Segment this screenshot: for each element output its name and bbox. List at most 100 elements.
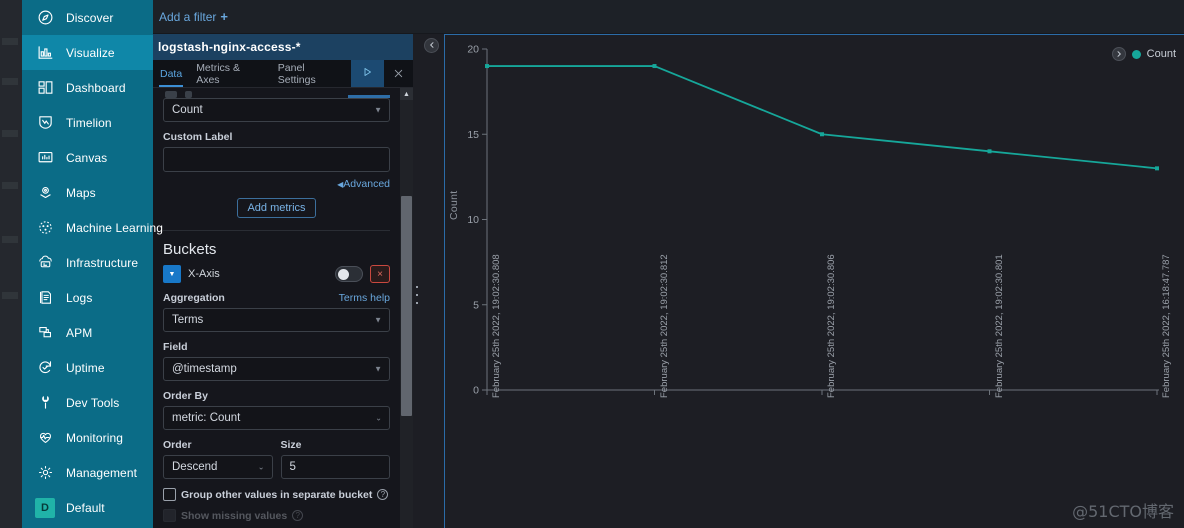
group-other-values-label: Group other values in separate bucket bbox=[181, 489, 372, 501]
primary-sidebar: Discover Visualize Dashboard bbox=[22, 0, 153, 528]
sidebar-item-machine-learning[interactable]: Machine Learning bbox=[22, 210, 153, 245]
x-axis-tick-labels: February 25th 2022, 19:02:30.808February… bbox=[445, 35, 1184, 528]
advanced-toggle-link[interactable]: ◀Advanced bbox=[163, 178, 390, 190]
show-missing-values-label: Show missing values bbox=[181, 510, 287, 522]
help-icon[interactable]: ? bbox=[292, 510, 303, 521]
apply-changes-button[interactable] bbox=[351, 60, 384, 87]
metric-aggregation-select[interactable]: Count ▼ bbox=[163, 98, 390, 122]
order-size-controls: Descend ⌄ 5 bbox=[163, 455, 390, 479]
remove-bucket-button[interactable]: × bbox=[370, 265, 390, 283]
group-other-values-row[interactable]: Group other values in separate bucket ? bbox=[163, 488, 390, 501]
scroll-up-arrow[interactable]: ▲ bbox=[400, 88, 413, 100]
bucket-header: ▼ X-Axis × bbox=[163, 265, 390, 283]
sidebar-item-label: Management bbox=[66, 466, 137, 480]
show-missing-values-row[interactable]: Show missing values ? bbox=[163, 509, 390, 522]
sidebar-item-default-space[interactable]: D Default bbox=[22, 490, 153, 525]
sidebar-item-maps[interactable]: Maps bbox=[22, 175, 153, 210]
sidebar-item-label: Uptime bbox=[66, 361, 105, 375]
add-filter-label: Add a filter bbox=[159, 10, 216, 24]
metric-aggregation-value: Count bbox=[172, 104, 203, 116]
sidebar-item-timelion[interactable]: Timelion bbox=[22, 105, 153, 140]
sidebar-item-dev-tools[interactable]: Dev Tools bbox=[22, 385, 153, 420]
order-label: Order bbox=[163, 439, 273, 451]
chevron-down-icon[interactable]: ▼ bbox=[163, 265, 181, 283]
tab-metrics-and-axes[interactable]: Metrics & Axes bbox=[189, 60, 271, 87]
space-avatar-icon: D bbox=[32, 497, 58, 519]
sidebar-item-label: Timelion bbox=[66, 116, 112, 130]
chevron-down-icon: ▼ bbox=[374, 106, 382, 115]
order-direction-select[interactable]: Descend ⌄ bbox=[163, 455, 273, 479]
visualization-editor-panel: logstash-nginx-access-* Data Metrics & A… bbox=[153, 34, 413, 528]
sidebar-item-discover[interactable]: Discover bbox=[22, 0, 153, 35]
tab-label: Data bbox=[160, 68, 182, 80]
legend-entry-label[interactable]: Count bbox=[1147, 48, 1176, 60]
add-metrics-button[interactable]: Add metrics bbox=[237, 198, 315, 218]
chevron-left-icon bbox=[428, 41, 436, 51]
bucket-aggregation-select[interactable]: Terms ▼ bbox=[163, 308, 390, 332]
advanced-label: Advanced bbox=[343, 178, 390, 190]
timelion-icon bbox=[32, 112, 58, 134]
kibana-visualize-app: Discover Visualize Dashboard bbox=[0, 0, 1184, 528]
space-avatar-initial: D bbox=[35, 498, 55, 518]
bucket-enable-toggle[interactable] bbox=[335, 266, 363, 282]
sidebar-item-infrastructure[interactable]: Infrastructure bbox=[22, 245, 153, 280]
sidebar-item-label: Logs bbox=[66, 291, 92, 305]
chevron-down-icon: ⌄ bbox=[258, 463, 265, 472]
add-filter-button[interactable]: Add a filter + bbox=[159, 9, 228, 24]
x-axis-tick-label: February 25th 2022, 19:02:30.801 bbox=[994, 254, 1005, 398]
sidebar-item-label: Infrastructure bbox=[66, 256, 138, 270]
sidebar-item-visualize[interactable]: Visualize bbox=[22, 35, 153, 70]
sidebar-item-canvas[interactable]: Canvas bbox=[22, 140, 153, 175]
sidebar-item-uptime[interactable]: Uptime bbox=[22, 350, 153, 385]
tab-panel-settings[interactable]: Panel Settings bbox=[271, 60, 351, 87]
tab-label: Panel Settings bbox=[278, 62, 344, 86]
canvas-icon bbox=[32, 147, 58, 169]
add-metrics-row: Add metrics bbox=[163, 198, 390, 218]
terms-help-link[interactable]: Terms help bbox=[339, 292, 390, 304]
panel-resize-handle[interactable] bbox=[414, 286, 420, 304]
sidebar-item-label: Visualize bbox=[66, 46, 115, 60]
chevron-right-icon[interactable] bbox=[1112, 47, 1126, 61]
editor-scrollbar[interactable]: ▲ bbox=[400, 88, 413, 528]
filter-bar: Add a filter + bbox=[153, 0, 1184, 34]
bucket-name-label: X-Axis bbox=[188, 268, 220, 280]
chart-legend: Count bbox=[1112, 47, 1176, 61]
tab-data[interactable]: Data bbox=[153, 60, 189, 87]
collapse-editor-button[interactable] bbox=[424, 38, 439, 53]
editor-body: Count ▼ Custom Label ◀Advanced Add metri… bbox=[153, 88, 413, 528]
machine-learning-icon bbox=[32, 217, 58, 239]
sidebar-item-logs[interactable]: Logs bbox=[22, 280, 153, 315]
apm-icon bbox=[32, 322, 58, 344]
scrollbar-thumb[interactable] bbox=[401, 196, 412, 416]
sidebar-item-monitoring[interactable]: Monitoring bbox=[22, 420, 153, 455]
sidebar-item-label: Canvas bbox=[66, 151, 107, 165]
size-input[interactable]: 5 bbox=[281, 455, 391, 479]
heartbeat-icon bbox=[32, 427, 58, 449]
sidebar-item-management[interactable]: Management bbox=[22, 455, 153, 490]
sidebar-item-label: Dashboard bbox=[66, 81, 126, 95]
order-by-select[interactable]: metric: Count ⌄ bbox=[163, 406, 390, 430]
sidebar-item-label: Monitoring bbox=[66, 431, 123, 445]
custom-label-input[interactable] bbox=[163, 147, 390, 172]
sidebar-item-label: Discover bbox=[66, 11, 113, 25]
order-by-label: Order By bbox=[163, 390, 390, 402]
toggle-knob bbox=[338, 269, 349, 280]
sidebar-item-label: Dev Tools bbox=[66, 396, 119, 410]
tab-label: Metrics & Axes bbox=[196, 62, 264, 86]
close-editor-button[interactable] bbox=[384, 60, 413, 87]
maps-pin-icon bbox=[32, 182, 58, 204]
gear-icon bbox=[32, 462, 58, 484]
sidebar-item-label: APM bbox=[66, 326, 92, 340]
group-other-values-checkbox[interactable] bbox=[163, 488, 176, 501]
plus-icon: + bbox=[220, 9, 228, 24]
editor-tab-bar: Data Metrics & Axes Panel Settings bbox=[153, 60, 413, 88]
sidebar-item-apm[interactable]: APM bbox=[22, 315, 153, 350]
bucket-field-select[interactable]: @timestamp ▼ bbox=[163, 357, 390, 381]
background-page bbox=[0, 0, 22, 528]
order-by-value: metric: Count bbox=[172, 412, 240, 424]
compass-icon bbox=[32, 7, 58, 29]
sidebar-item-label: Machine Learning bbox=[66, 221, 163, 235]
help-icon[interactable]: ? bbox=[377, 489, 388, 500]
show-missing-values-checkbox[interactable] bbox=[163, 509, 176, 522]
sidebar-item-dashboard[interactable]: Dashboard bbox=[22, 70, 153, 105]
